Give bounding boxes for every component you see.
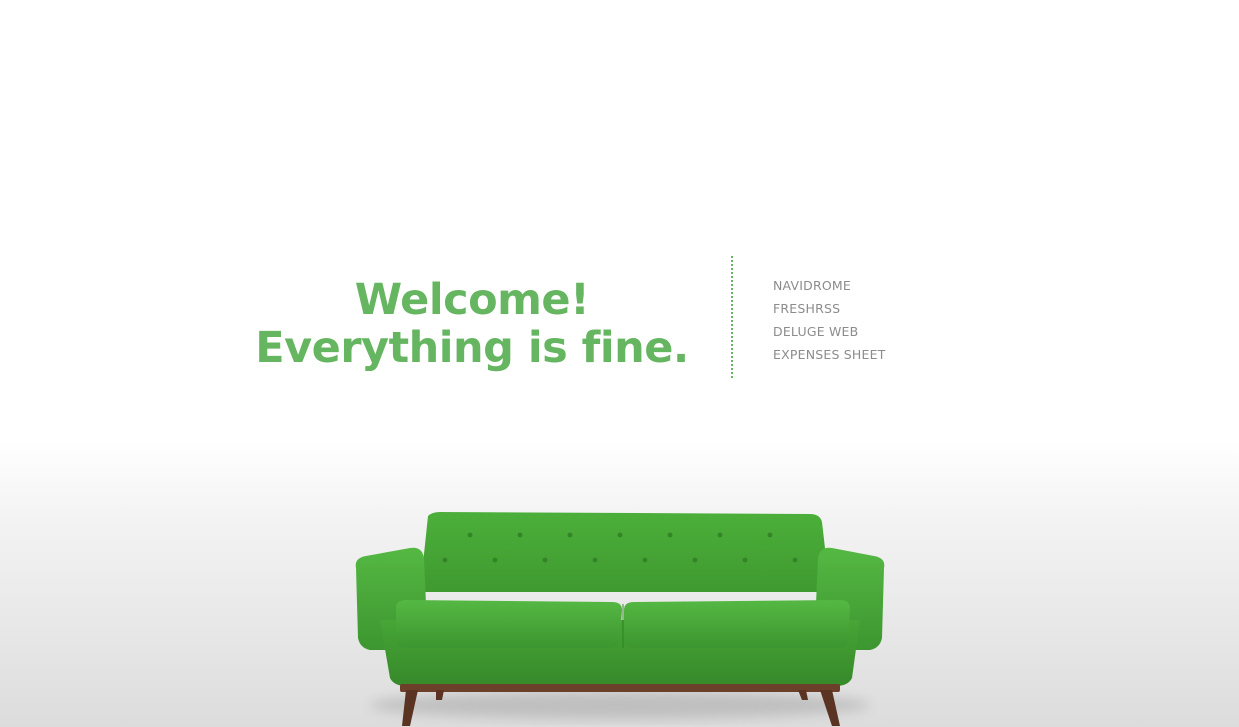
- welcome-line-2: Everything is fine.: [255, 323, 689, 373]
- welcome-line-1: Welcome!: [354, 275, 590, 325]
- list-item: DELUGE WEB: [773, 320, 886, 343]
- welcome-heading: Welcome! Everything is fine.: [240, 276, 704, 372]
- link-expenses-sheet[interactable]: EXPENSES SHEET: [773, 347, 886, 362]
- sofa-image: [340, 500, 900, 727]
- link-deluge-web[interactable]: DELUGE WEB: [773, 324, 858, 339]
- hero-section: Welcome! Everything is fine. NAVIDROME F…: [0, 0, 1239, 450]
- page: Welcome! Everything is fine. NAVIDROME F…: [0, 0, 1239, 727]
- vertical-divider: [731, 256, 733, 378]
- list-item: NAVIDROME: [773, 274, 886, 297]
- list-item: EXPENSES SHEET: [773, 343, 886, 366]
- service-links: NAVIDROME FRESHRSS DELUGE WEB EXPENSES S…: [773, 274, 886, 366]
- link-freshrss[interactable]: FRESHRSS: [773, 301, 840, 316]
- link-navidrome[interactable]: NAVIDROME: [773, 278, 851, 293]
- sofa-illustration: [355, 512, 885, 726]
- list-item: FRESHRSS: [773, 297, 886, 320]
